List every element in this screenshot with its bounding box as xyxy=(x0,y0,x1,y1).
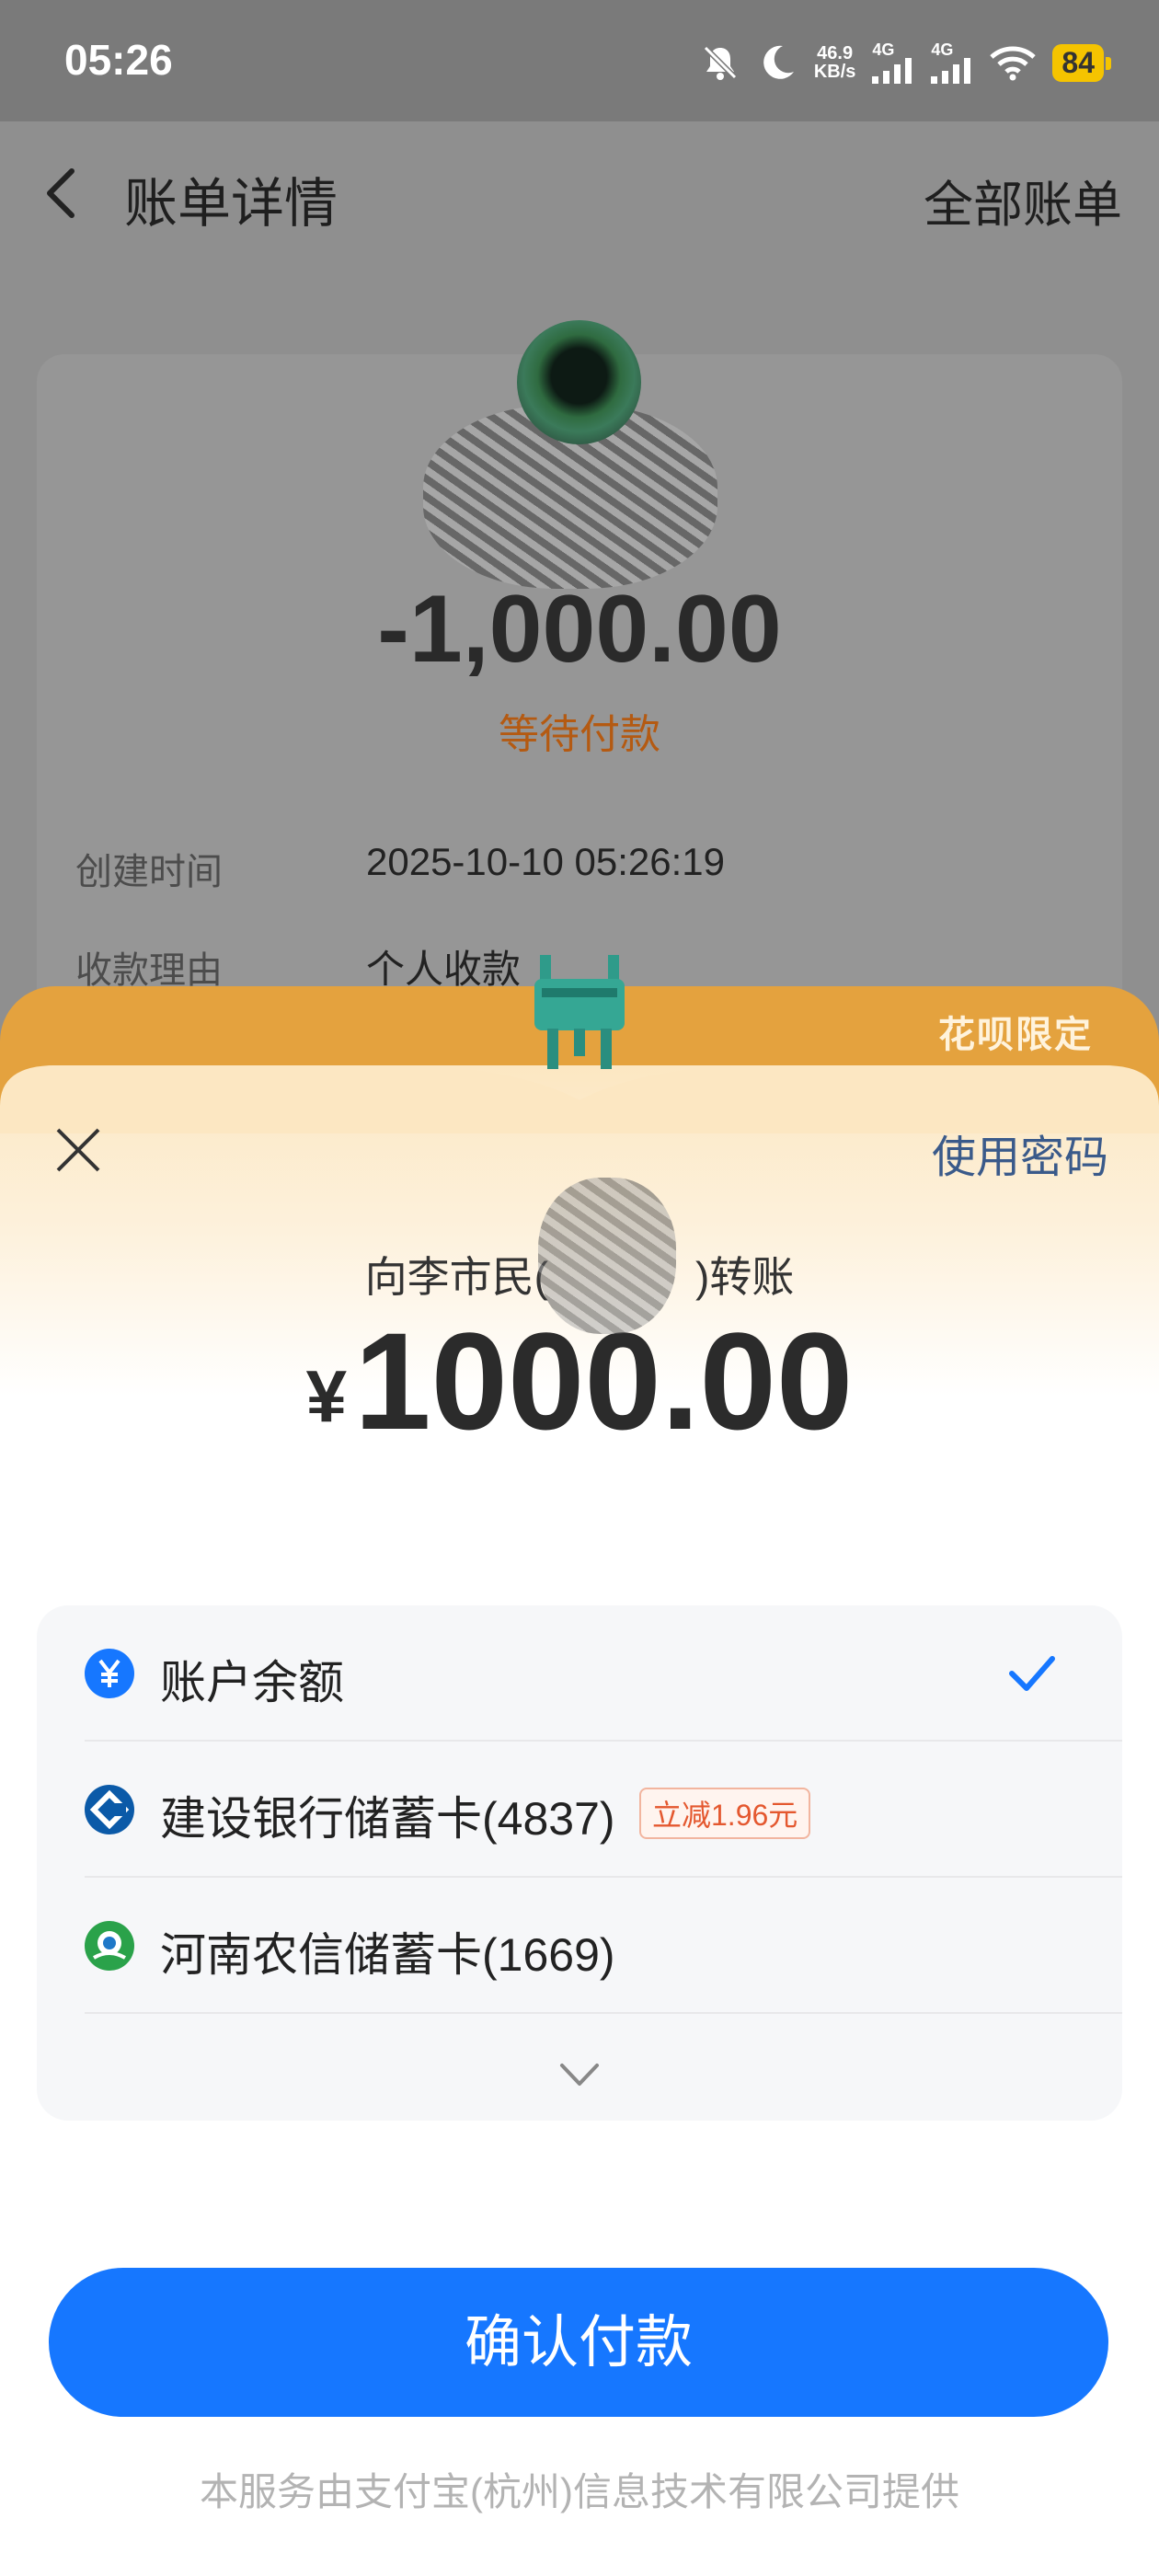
payee-avatar xyxy=(517,320,641,444)
footer-note: 本服务由支付宝(杭州)信息技术有限公司提供 xyxy=(200,2470,959,2513)
signal-1-label: 4G xyxy=(872,40,895,59)
back-arrow-icon[interactable] xyxy=(37,166,92,221)
battery-indicator: 84 xyxy=(1052,43,1111,82)
payee-suffix: )转账 xyxy=(695,1253,795,1301)
signal-bars-icon xyxy=(931,58,971,84)
confirm-payment-button[interactable]: 确认付款 xyxy=(49,2268,1108,2417)
payee-name: 向李市民( xyxy=(364,1253,548,1301)
redaction-scribble xyxy=(538,1178,676,1334)
bill-amount: -1,000.00 xyxy=(377,576,782,683)
checkmark-icon xyxy=(1009,1656,1055,1691)
net-speed: 46.9 KB/s xyxy=(814,44,856,81)
detail-value-created: 2025-10-10 05:26:19 xyxy=(366,840,725,883)
close-icon[interactable] xyxy=(51,1122,106,1178)
method-henan-rural-credit[interactable]: 河南农信储蓄卡(1669) xyxy=(37,1878,1122,2014)
currency-symbol: ¥ xyxy=(305,1355,348,1437)
bronze-ding-icon xyxy=(534,955,625,1069)
method-label: 河南农信储蓄卡(1669) xyxy=(160,1929,615,1981)
status-bar: 05:26 46.9 KB/s 4G 4G 84 xyxy=(0,0,1159,121)
status-time: 05:26 xyxy=(64,36,173,84)
status-icons: 46.9 KB/s 4G 4G 84 xyxy=(700,37,1111,88)
page-title: 账单详情 xyxy=(124,174,339,234)
net-speed-value: 46.9 xyxy=(817,43,854,63)
method-ccb-debit[interactable]: 建设银行储蓄卡(4837) 立减1.96元 xyxy=(37,1742,1122,1878)
wifi-icon xyxy=(990,46,1037,81)
method-label: 账户余额 xyxy=(160,1657,344,1708)
discount-badge: 立减1.96元 xyxy=(639,1788,811,1839)
bill-status: 等待付款 xyxy=(499,712,660,757)
signal-2: 4G xyxy=(931,41,973,84)
use-password-link[interactable]: 使用密码 xyxy=(932,1121,1108,1185)
signal-2-label: 4G xyxy=(931,40,954,59)
method-label: 建设银行储蓄卡(4837) xyxy=(160,1793,615,1845)
header: 账单详情 全部账单 xyxy=(0,121,1159,278)
signal-1: 4G xyxy=(872,41,914,84)
chevron-down-icon[interactable] xyxy=(557,2056,602,2093)
signal-bars-icon xyxy=(872,58,912,84)
balance-yuan-icon xyxy=(85,1649,134,1698)
moon-icon xyxy=(763,45,794,79)
all-bills-link[interactable]: 全部账单 xyxy=(924,164,1122,236)
payment-methods: 账户余额 建设银行储蓄卡(4837) 立减1.96元 河南农信储蓄卡(1669) xyxy=(37,1605,1122,2121)
mute-bell-icon xyxy=(703,45,737,80)
method-account-balance[interactable]: 账户余额 xyxy=(37,1605,1122,1742)
ccb-bank-icon xyxy=(85,1785,134,1834)
henan-rural-credit-icon xyxy=(85,1921,134,1971)
net-speed-unit: KB/s xyxy=(813,62,856,82)
detail-label-created: 创建时间 xyxy=(75,852,223,892)
divider xyxy=(85,2012,1122,2014)
